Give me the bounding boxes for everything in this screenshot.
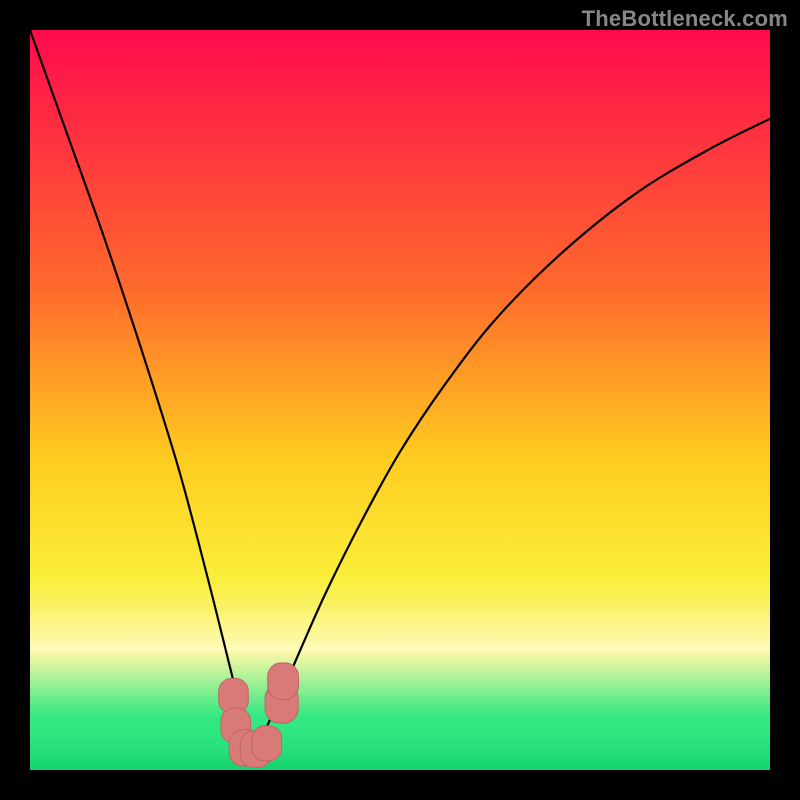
chart-stage: TheBottleneck.com xyxy=(0,0,800,800)
plot-area xyxy=(30,30,770,770)
watermark-text: TheBottleneck.com xyxy=(582,6,788,32)
minimum-marker xyxy=(268,663,299,700)
minimum-markers xyxy=(30,30,770,770)
minimum-marker xyxy=(252,726,282,761)
